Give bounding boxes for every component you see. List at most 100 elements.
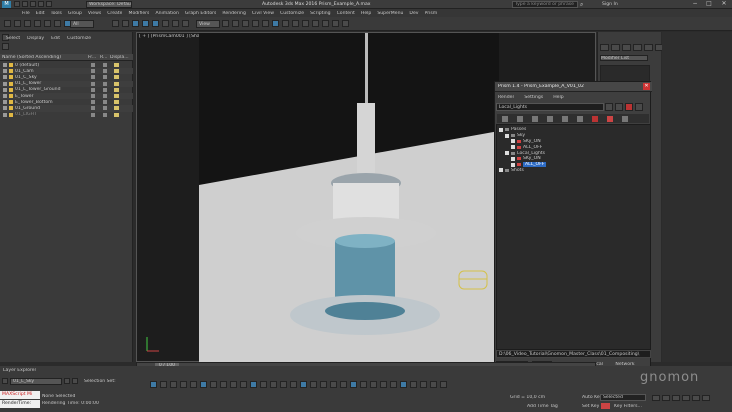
column-frozen[interactable]: Fr... [88, 55, 100, 60]
zoom-extents-icon[interactable] [672, 395, 680, 401]
menu-group[interactable]: Group [68, 11, 82, 16]
state-checkbox-icon[interactable] [511, 139, 515, 144]
zoom-icon[interactable] [652, 395, 660, 401]
freeze-icon[interactable] [91, 81, 95, 86]
new-state-icon[interactable] [502, 115, 508, 122]
state-checkbox-icon[interactable] [511, 162, 515, 167]
prism-menu-help[interactable]: Help [553, 95, 563, 100]
curve-editor-icon[interactable] [292, 20, 299, 27]
viewport-tool-icon[interactable] [350, 381, 357, 388]
viewport-tool-icon[interactable] [430, 381, 437, 388]
menu-content[interactable]: Content [337, 11, 355, 16]
viewport-tool-icon[interactable] [200, 381, 207, 388]
state-tree-item[interactable]: Shots [499, 168, 649, 174]
explorer-menu-customize[interactable]: Customize [67, 36, 91, 41]
freeze-icon[interactable] [91, 100, 95, 105]
prism-close-button[interactable]: ✕ [643, 83, 650, 90]
column-render[interactable]: R... [100, 55, 110, 60]
viewport-tool-icon[interactable] [440, 381, 447, 388]
viewport-tool-icon[interactable] [230, 381, 237, 388]
menu-rendering[interactable]: Rendering [222, 11, 245, 16]
layer-expand-icon[interactable] [3, 87, 7, 92]
close-button[interactable]: ✕ [716, 0, 732, 9]
rotate-icon[interactable] [142, 20, 149, 27]
viewport-tool-icon[interactable] [170, 381, 177, 388]
layer-expand-icon[interactable] [3, 81, 7, 86]
layer-expand-icon[interactable] [3, 69, 7, 74]
state-checkbox-icon[interactable] [499, 168, 503, 173]
menu-file[interactable]: File [22, 11, 30, 16]
percent-snap-icon[interactable] [222, 20, 229, 27]
display-swatch-icon[interactable] [114, 75, 119, 80]
viewport-tool-icon[interactable] [180, 381, 187, 388]
display-swatch-icon[interactable] [114, 112, 119, 117]
reference-coordinate-dropdown[interactable]: View [196, 20, 220, 28]
stop-icon[interactable] [592, 115, 598, 122]
pivot-icon[interactable] [162, 20, 169, 27]
freeze-icon[interactable] [91, 94, 95, 99]
search-input[interactable]: Type a keyword or phrase [512, 1, 578, 8]
undo-icon[interactable] [38, 1, 44, 7]
pan-icon[interactable] [682, 395, 690, 401]
ribbon-icon[interactable] [282, 20, 289, 27]
maxscript-listener[interactable]: MAXScript Mi [0, 391, 40, 399]
filter-icon[interactable] [54, 20, 61, 27]
menu-tools[interactable]: Tools [51, 11, 62, 16]
menu-customize[interactable]: Customize [280, 11, 304, 16]
menu-modifiers[interactable]: Modifiers [128, 11, 149, 16]
render-setup-icon[interactable] [322, 20, 329, 27]
app-logo-icon[interactable]: M [2, 1, 11, 8]
layer-expand-icon[interactable] [3, 75, 7, 80]
menu-supermenu[interactable]: SuperMenu [377, 11, 403, 16]
freeze-icon[interactable] [91, 75, 95, 80]
column-display[interactable]: Displa... [110, 55, 130, 60]
angle-snap-icon[interactable] [182, 20, 189, 27]
import-icon[interactable] [605, 103, 613, 111]
create-tab-icon[interactable] [600, 44, 609, 51]
explorer-menu-edit[interactable]: Edit [51, 36, 60, 41]
render-toggle-icon[interactable] [103, 75, 107, 80]
unlink-icon[interactable] [34, 20, 41, 27]
maximize-button[interactable]: □ [702, 0, 716, 9]
viewport-tool-icon[interactable] [300, 381, 307, 388]
layer-icon[interactable] [2, 43, 9, 50]
motion-tab-icon[interactable] [633, 44, 642, 51]
maximize-viewport-icon[interactable] [702, 395, 710, 401]
viewport-tool-icon[interactable] [150, 381, 157, 388]
render-icon[interactable] [615, 103, 623, 111]
layer-tools-icon[interactable] [64, 378, 70, 384]
paste-icon[interactable] [532, 115, 538, 122]
scale-icon[interactable] [152, 20, 159, 27]
settings-icon[interactable] [625, 103, 633, 111]
material-editor-icon[interactable] [312, 20, 319, 27]
cancel-icon[interactable] [607, 115, 613, 122]
layer-expand-icon[interactable] [3, 63, 7, 68]
help-icon[interactable] [622, 115, 628, 122]
state-checkbox-icon[interactable] [505, 151, 509, 156]
render-toggle-icon[interactable] [103, 69, 107, 74]
freeze-icon[interactable] [91, 63, 95, 68]
region-icon[interactable] [112, 20, 119, 27]
undo-icon[interactable] [4, 20, 11, 27]
viewport-tool-icon[interactable] [370, 381, 377, 388]
viewport-tool-icon[interactable] [220, 381, 227, 388]
mirror-icon[interactable] [252, 20, 259, 27]
delete-icon[interactable] [547, 115, 553, 122]
menu-help[interactable]: Help [361, 11, 371, 16]
display-swatch-icon[interactable] [114, 100, 119, 105]
layer-explorer-dropdown[interactable]: Layer Explorer [3, 368, 36, 373]
viewport-tool-icon[interactable] [290, 381, 297, 388]
menu-animation[interactable]: Animation [155, 11, 178, 16]
save-icon[interactable] [30, 1, 36, 7]
viewport-tool-icon[interactable] [410, 381, 417, 388]
render-toggle-icon[interactable] [103, 106, 107, 111]
viewport-tool-icon[interactable] [210, 381, 217, 388]
sign-in-button[interactable]: Sign In [602, 1, 618, 8]
freeze-icon[interactable] [91, 69, 95, 74]
prism-state-field[interactable]: Local_Lights [496, 103, 604, 111]
render-toggle-icon[interactable] [103, 81, 107, 86]
prism-output-path[interactable]: D:\06_Video_Tutorial\Gnomon_Master_Class… [496, 350, 651, 358]
modify-tab-icon[interactable] [611, 44, 620, 51]
render-time-box[interactable]: RenderTime: [0, 400, 40, 408]
explorer-menu-display[interactable]: Display [27, 36, 44, 41]
